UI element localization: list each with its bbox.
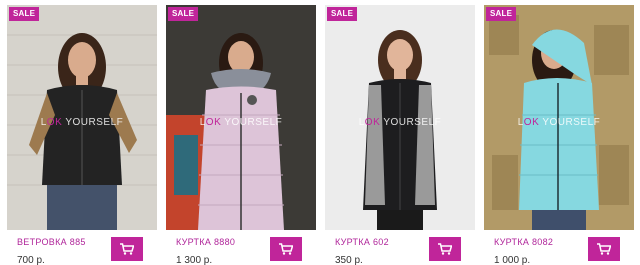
cart-icon bbox=[597, 243, 611, 255]
watermark: LOK YOURSELF bbox=[199, 117, 283, 128]
sale-badge: SALE bbox=[327, 7, 358, 21]
sale-badge: SALE bbox=[9, 7, 40, 21]
product-title-link[interactable]: Куртка 602 bbox=[335, 237, 389, 247]
product-card[interactable]: SALE LOK YOURSELF Куртка 602 350 р. bbox=[325, 5, 475, 265]
product-price: 1 000 р. bbox=[494, 255, 531, 265]
product-title-link[interactable]: Куртка 8880 bbox=[176, 237, 235, 247]
sale-badge: SALE bbox=[168, 7, 199, 21]
add-to-cart-button[interactable] bbox=[588, 237, 620, 261]
product-card[interactable]: SALE LOK YOURSELF Куртка 8082 1 000 р. bbox=[484, 5, 634, 265]
cart-icon bbox=[279, 243, 293, 255]
cart-icon bbox=[120, 243, 134, 255]
watermark: LOK YOURSELF bbox=[40, 117, 124, 128]
product-price: 350 р. bbox=[335, 255, 363, 265]
add-to-cart-button[interactable] bbox=[429, 237, 461, 261]
add-to-cart-button[interactable] bbox=[270, 237, 302, 261]
watermark: LOK YOURSELF bbox=[517, 117, 601, 128]
product-title-link[interactable]: Ветровка 885 bbox=[17, 237, 86, 247]
product-card[interactable]: SALE LOK YOURSELF Ветровка 885 700 р. bbox=[7, 5, 157, 265]
product-price: 700 р. bbox=[17, 255, 45, 265]
watermark: LOK YOURSELF bbox=[358, 117, 442, 128]
add-to-cart-button[interactable] bbox=[111, 237, 143, 261]
cart-icon bbox=[438, 243, 452, 255]
product-title-link[interactable]: Куртка 8082 bbox=[494, 237, 553, 247]
product-card[interactable]: SALE LOK YOURSELF Куртка 8880 1 300 р. bbox=[166, 5, 316, 265]
sale-badge: SALE bbox=[486, 7, 517, 21]
product-price: 1 300 р. bbox=[176, 255, 213, 265]
